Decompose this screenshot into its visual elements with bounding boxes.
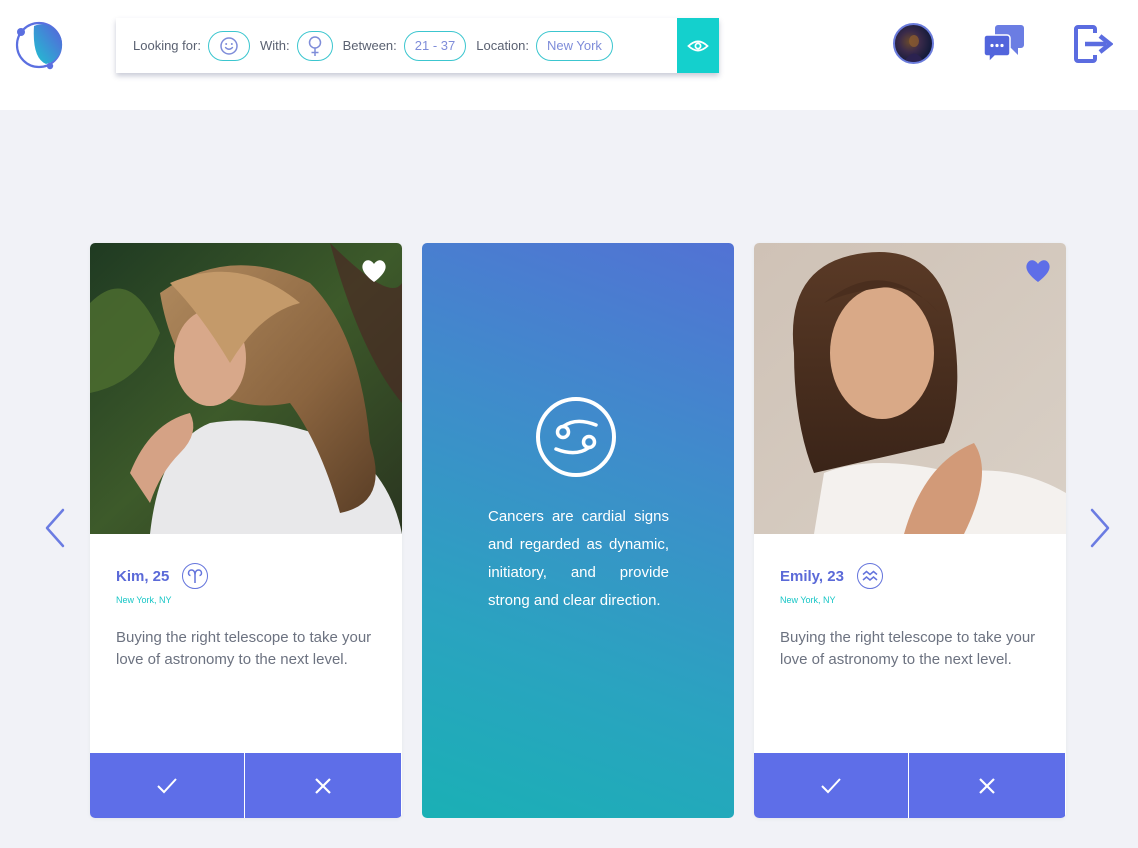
chevron-right-icon[interactable] — [1087, 506, 1113, 550]
location-label: Location: — [476, 38, 530, 53]
with-label: With: — [259, 38, 290, 53]
profile-photo[interactable] — [754, 243, 1066, 534]
heart-icon[interactable] — [1024, 258, 1052, 284]
smiley-icon — [220, 36, 238, 55]
profile-bio: Buying the right telescope to take your … — [116, 629, 372, 668]
check-icon — [157, 777, 177, 793]
location-selector[interactable]: New York — [536, 30, 613, 61]
close-icon — [979, 777, 995, 794]
profile-location: New York, NY — [116, 595, 172, 605]
profile-photo[interactable] — [90, 243, 402, 534]
chevron-left-icon[interactable] — [42, 506, 68, 550]
cancer-icon — [536, 397, 616, 477]
search-filter-bar: Looking for: With: Between: 21 - 37 Loca… — [116, 18, 719, 73]
female-symbol-icon — [308, 35, 321, 56]
top-header: Looking for: With: Between: 21 - 37 Loca… — [0, 0, 1138, 110]
eye-icon — [687, 40, 709, 51]
zodiac-info-card: Cancers are cardial signs and regarded a… — [422, 243, 734, 818]
aquarius-icon — [856, 563, 883, 589]
heart-icon[interactable] — [360, 258, 388, 284]
age-range-selector[interactable]: 21 - 37 — [403, 30, 467, 61]
accept-button[interactable] — [90, 753, 245, 818]
chat-icon[interactable] — [983, 22, 1025, 64]
gender-selector[interactable] — [296, 30, 333, 61]
apply-filter-button[interactable] — [677, 18, 719, 73]
looking-for-selector[interactable] — [207, 30, 250, 61]
profile-name: Kim, 25 — [116, 567, 170, 585]
app-logo[interactable] — [12, 18, 66, 70]
profile-card: Emily, 23 New York, NY Buying the right … — [754, 243, 1066, 818]
zodiac-description: Cancers are cardial signs and regarded a… — [488, 508, 669, 609]
looking-for-label: Looking for: — [133, 38, 201, 53]
avatar-photo — [904, 35, 924, 62]
reject-button[interactable] — [909, 753, 1065, 818]
profile-card: Kim, 25 New York, NY Buying the right te… — [90, 243, 402, 818]
profile-name: Emily, 23 — [780, 567, 844, 585]
between-label: Between: — [342, 38, 397, 53]
accept-button[interactable] — [754, 753, 909, 818]
profile-location: New York, NY — [780, 595, 836, 605]
avatar[interactable] — [893, 23, 934, 64]
check-icon — [821, 777, 841, 793]
logout-icon[interactable] — [1073, 24, 1113, 64]
profile-bio: Buying the right telescope to take your … — [780, 629, 1036, 668]
aries-icon — [182, 563, 209, 589]
close-icon — [315, 777, 331, 794]
reject-button[interactable] — [245, 753, 401, 818]
